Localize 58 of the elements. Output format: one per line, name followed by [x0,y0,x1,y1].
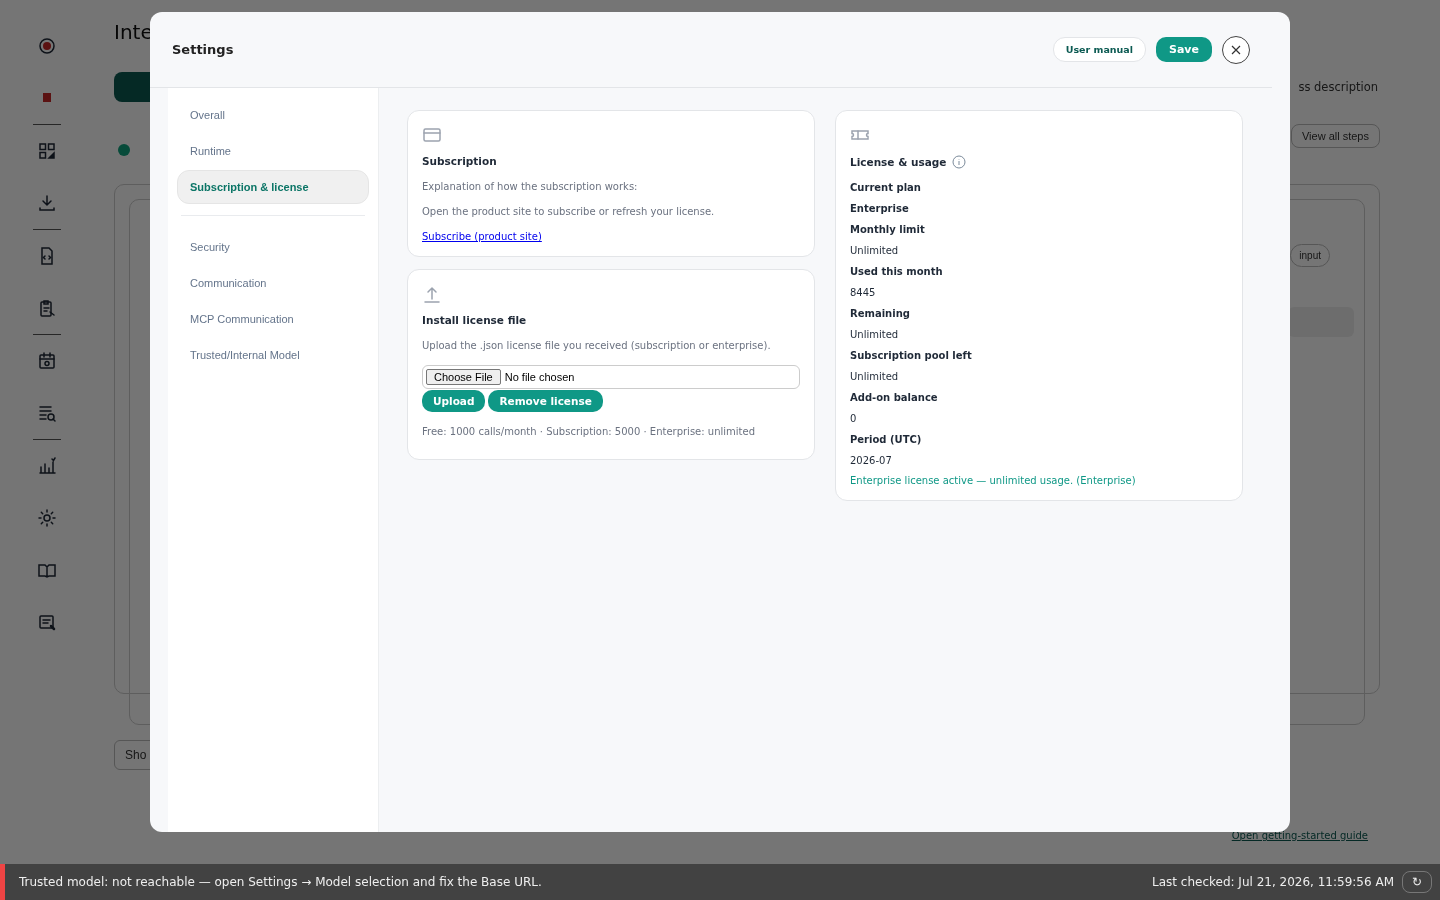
license-status: Enterprise license active — unlimited usage. (Enterprise) [850,475,1136,486]
card-title: Install license file [422,314,527,326]
dialog-title: Settings [172,42,234,57]
nav-item[interactable]: Overall [177,98,369,132]
field-label: Used this month [850,266,943,277]
field-value: Unlimited [850,245,899,256]
nav-item[interactable]: Trusted/Internal Model [177,338,369,372]
card-icon [422,125,442,145]
refresh-button[interactable]: ↻ [1402,871,1432,893]
user-manual-button[interactable]: User manual [1052,37,1146,62]
info-icon[interactable] [952,155,967,169]
nav-item[interactable]: Security [177,230,369,264]
card-title: License & usage [850,156,947,168]
card-text: Explanation of how the subscription works: [422,181,638,192]
field-value: Enterprise [850,203,909,214]
field-label: Current plan [850,182,921,193]
bar-chart-icon [37,456,57,476]
sun-icon [37,508,57,528]
download-icon [37,193,57,213]
save-button[interactable]: Save [1156,37,1212,62]
field-label: Monthly limit [850,224,925,235]
list-search-icon [37,403,57,423]
last-checked: Last checked: Jul 21, 2026, 11:59:56 AM [1152,875,1394,889]
grid-icon [37,141,57,161]
calendar-icon [37,351,57,371]
record-icon [37,36,57,56]
view-steps-button[interactable]: View all steps [1290,124,1380,148]
document-icon [37,612,57,632]
close-button[interactable] [1222,35,1250,64]
limits-note: Free: 1000 calls/month · Subscription: 5000 · Enterprise: unlimited [422,426,755,437]
field-value: 2026-07 [850,455,892,466]
field-label: Subscription pool left [850,350,972,361]
card-title: Subscription [422,155,497,167]
status-message: Trusted model: not reachable — open Settings → Model selection and fix the Base URL. [19,875,542,889]
field-label: Add-on balance [850,392,938,403]
upload-icon [422,284,442,304]
clipboard-icon [37,298,57,318]
nav-item[interactable]: Subscription & license [177,170,369,204]
nav-item[interactable]: Communication [177,266,369,300]
card-text: Open the product site to subscribe or refresh your license. [422,206,715,217]
guide-link[interactable]: Open getting-started guide [1231,830,1368,841]
file-input[interactable]: Choose File No file chosen [422,365,800,389]
field-value: Unlimited [850,371,899,382]
nav-item[interactable]: Runtime [177,134,369,168]
close-icon [1231,44,1241,55]
card-text: Upload the .json license file you received (subscription or enterprise). [422,340,771,351]
field-label: Period (UTC) [850,434,922,445]
field-label: Remaining [850,308,910,319]
page-title: Inte [114,20,154,44]
field-value: 0 [850,413,857,424]
description-text: ss description [1298,80,1378,94]
nav-item[interactable]: MCP Communication [177,302,369,336]
remove-license-button[interactable]: Remove license [488,390,603,412]
field-value: Unlimited [850,329,899,340]
field-value: 8445 [850,287,876,298]
subscribe-link[interactable]: Subscribe (product site) [422,231,542,242]
upload-button[interactable]: Upload [422,390,486,412]
status-dot [118,144,130,156]
